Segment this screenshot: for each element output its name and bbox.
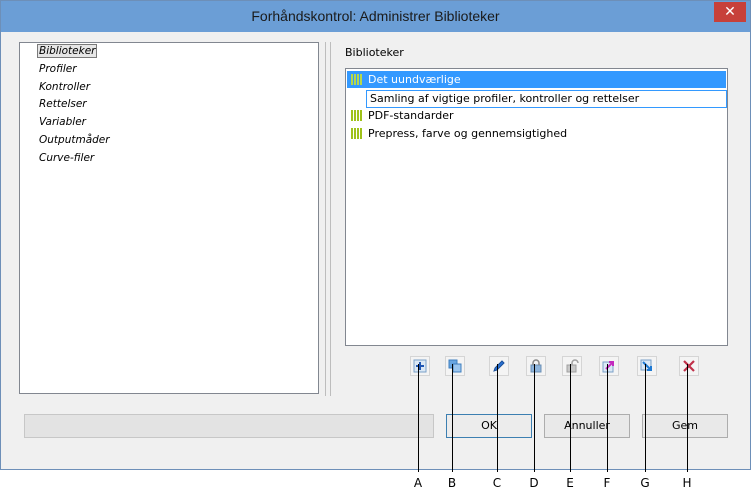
- callout-label-c: C: [492, 476, 502, 490]
- callout-line-c: [497, 364, 498, 472]
- import-icon: [602, 361, 614, 373]
- library-description-field[interactable]: Samling af vigtige profiler, kontroller …: [366, 90, 727, 108]
- duplicate-library-button[interactable]: [445, 356, 465, 376]
- callout-line-b: [452, 364, 453, 472]
- lock-library-button[interactable]: [526, 356, 546, 376]
- library-icon: [351, 74, 362, 85]
- callout-line-a: [418, 364, 419, 472]
- callout-label-e: E: [566, 476, 574, 490]
- callout-label-f: F: [603, 476, 611, 490]
- tree-item-kontroller[interactable]: Kontroller: [39, 81, 90, 93]
- callout-line-d: [534, 364, 535, 472]
- edit-icon: [493, 360, 505, 372]
- callout-label-a: A: [413, 476, 423, 490]
- tree-item-profiler[interactable]: Profiler: [39, 63, 77, 75]
- callout-label-d: D: [529, 476, 539, 490]
- tree-item-biblioteker[interactable]: Biblioteker: [37, 44, 98, 58]
- window-title: Forhåndskontrol: Administrer Biblioteker: [251, 8, 500, 24]
- splitter-line: [330, 42, 331, 396]
- library-icon: [351, 128, 362, 139]
- callout-label-b: B: [447, 476, 457, 490]
- edit-library-button[interactable]: [489, 356, 509, 376]
- library-label: Prepress, farve og gennemsigtighed: [368, 127, 568, 140]
- library-icon: [351, 110, 362, 121]
- delete-icon: [683, 360, 695, 372]
- callout-label-h: H: [682, 476, 692, 490]
- libraries-heading: Biblioteker: [345, 46, 404, 59]
- duplicate-icon: [448, 359, 462, 373]
- ok-button[interactable]: OK: [446, 414, 532, 438]
- cancel-button[interactable]: Annuller: [544, 414, 630, 438]
- tree-item-variabler[interactable]: Variabler: [39, 116, 86, 128]
- callout-label-g: G: [640, 476, 650, 490]
- lock-icon: [530, 359, 542, 373]
- tree-item-outputmader[interactable]: Outputmåder: [39, 134, 110, 146]
- library-label: PDF-standarder: [368, 109, 454, 122]
- tree-item-rettelser[interactable]: Rettelser: [39, 98, 87, 110]
- export-icon: [640, 359, 652, 371]
- splitter[interactable]: [325, 42, 326, 396]
- manage-libraries-dialog: Forhåndskontrol: Administrer Biblioteker…: [0, 0, 751, 470]
- status-field: [24, 414, 434, 438]
- unlock-icon: [566, 359, 579, 373]
- add-library-button[interactable]: [410, 356, 430, 376]
- unlock-library-button[interactable]: [562, 356, 582, 376]
- callout-line-e: [570, 364, 571, 472]
- library-label: Det uundværlige: [368, 73, 461, 86]
- category-tree: Biblioteker Profiler Kontroller Rettelse…: [19, 42, 319, 394]
- title-bar[interactable]: Forhåndskontrol: Administrer Biblioteker…: [1, 1, 750, 32]
- export-library-button[interactable]: [637, 356, 657, 376]
- import-library-button[interactable]: [599, 356, 619, 376]
- library-row-det-uundvaerlige[interactable]: Det uundværlige: [347, 71, 726, 88]
- tree-item-curve-filer[interactable]: Curve-filer: [39, 152, 94, 164]
- callout-line-h: [687, 364, 688, 472]
- delete-library-button[interactable]: [679, 356, 699, 376]
- callout-line-g: [645, 364, 646, 472]
- libraries-list: Det uundværlige PDF-standarder Prepress,…: [345, 68, 728, 346]
- callout-line-f: [607, 364, 608, 472]
- add-icon: [413, 359, 427, 373]
- save-button[interactable]: Gem: [642, 414, 728, 438]
- close-button[interactable]: ✕: [714, 2, 746, 22]
